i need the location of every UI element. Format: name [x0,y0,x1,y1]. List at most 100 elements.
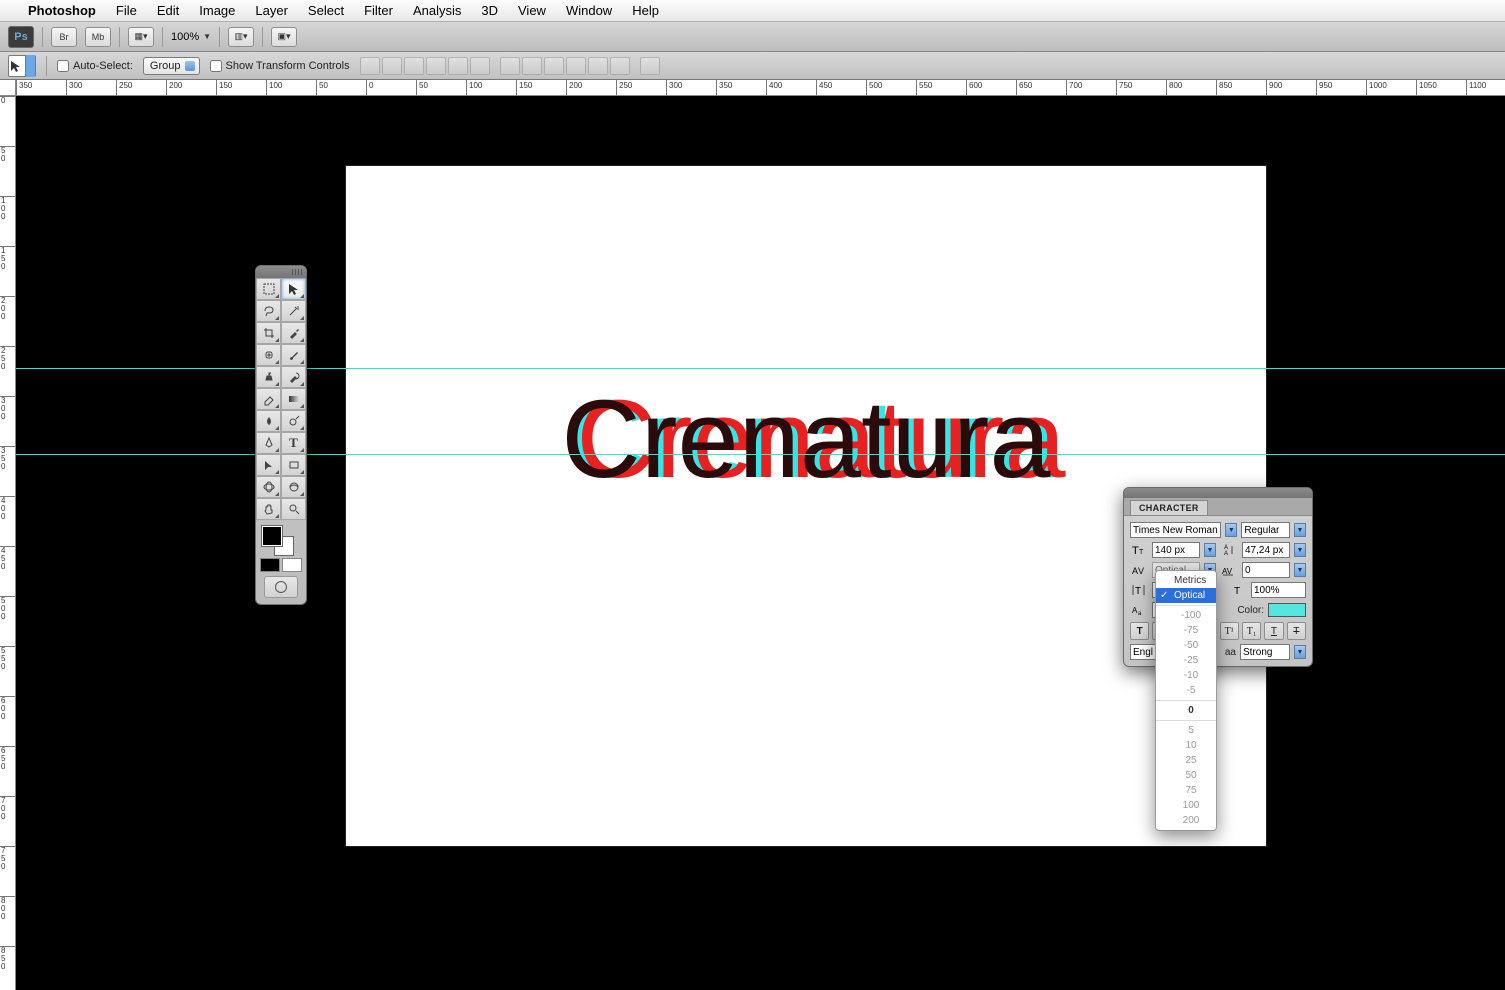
tracking-field[interactable] [1242,562,1290,578]
dist-bottom-button[interactable] [544,57,564,75]
canvas-text-group[interactable]: Crenatura Crenatura Crenatura [561,376,1050,504]
menu-help[interactable]: Help [622,3,669,18]
bridge-button[interactable]: Br [51,27,77,47]
gradient-tool[interactable] [281,388,306,410]
foreground-color-swatch[interactable] [262,526,282,546]
font-style-field[interactable] [1241,522,1290,538]
minibridge-button[interactable]: Mb [85,27,111,47]
antialias-input[interactable] [1243,647,1287,658]
character-tab[interactable]: CHARACTER [1130,500,1208,515]
menu-layer[interactable]: Layer [245,3,298,18]
dist-left-button[interactable] [566,57,586,75]
ruler-origin[interactable] [0,80,16,96]
quick-mask-button[interactable] [264,576,298,598]
path-selection-tool[interactable] [256,454,281,476]
kern-val[interactable]: -10 [1156,668,1216,683]
horizontal-ruler[interactable]: 3503002502001501005005010015020025030035… [16,80,1505,96]
kern-val[interactable]: -50 [1156,638,1216,653]
font-size-input[interactable] [1155,545,1197,556]
dist-vcenter-button[interactable] [522,57,542,75]
kern-val[interactable]: -25 [1156,653,1216,668]
zoom-tool[interactable] [281,498,306,520]
vertical-ruler[interactable]: 0501001502002503003504004505005506006507… [0,96,16,990]
superscript-button[interactable]: T¹ [1220,622,1239,640]
history-brush-tool[interactable] [281,366,306,388]
tools-panel[interactable]: T [255,265,307,605]
menu-analysis[interactable]: Analysis [403,3,471,18]
menu-image[interactable]: Image [189,3,245,18]
move-tool[interactable] [281,278,306,300]
dodge-tool[interactable] [281,410,306,432]
kern-metrics[interactable]: Metrics [1156,573,1216,588]
font-family-field[interactable] [1130,522,1221,538]
ps-badge-icon[interactable]: Ps [8,26,34,48]
lasso-tool[interactable] [256,300,281,322]
kerning-menu[interactable]: Metrics Optical -100 -75 -50 -25 -10 -5 … [1155,570,1217,831]
menu-filter[interactable]: Filter [354,3,403,18]
mini-white[interactable] [282,558,302,572]
font-family-input[interactable] [1133,525,1218,536]
crop-tool[interactable] [256,322,281,344]
menu-window[interactable]: Window [556,3,622,18]
font-style-input[interactable] [1244,525,1287,536]
antialias-dropdown[interactable]: ▼ [1294,645,1306,659]
tool-preset-dropdown[interactable] [25,55,35,77]
leading-dropdown[interactable]: ▼ [1294,543,1306,557]
tracking-input[interactable] [1245,565,1287,576]
screen-mode-button[interactable]: ▣▾ [271,27,297,47]
eraser-tool[interactable] [256,388,281,410]
align-hcenter-button[interactable] [448,57,468,75]
type-tool[interactable]: T [281,432,306,454]
font-size-field[interactable] [1152,542,1200,558]
leading-input[interactable] [1245,545,1287,556]
marquee-tool[interactable] [256,278,281,300]
mini-black[interactable] [260,558,280,572]
align-bottom-button[interactable] [404,57,424,75]
rectangle-tool[interactable] [281,454,306,476]
blur-tool[interactable] [256,410,281,432]
auto-align-button[interactable] [640,57,660,75]
view-extras-button[interactable]: ▦▾ [128,27,154,47]
text-color-swatch[interactable] [1268,603,1306,617]
show-transform-checkbox[interactable]: Show Transform Controls [210,60,350,72]
kern-val[interactable]: 10 [1156,738,1216,753]
show-transform-input[interactable] [210,60,222,72]
guide-2[interactable] [16,454,1505,455]
subscript-button[interactable]: T₁ [1242,622,1261,640]
align-top-button[interactable] [360,57,380,75]
kern-val[interactable]: -100 [1156,608,1216,623]
strikethrough-button[interactable]: T [1287,622,1306,640]
antialias-field[interactable] [1240,644,1290,660]
panel-grip[interactable] [1124,488,1312,498]
kern-val[interactable]: 50 [1156,768,1216,783]
kern-optical[interactable]: Optical [1156,588,1216,603]
arrange-button[interactable]: ▥▾ [228,27,254,47]
font-family-dropdown[interactable]: ▼ [1225,523,1237,537]
move-tool-icon[interactable] [8,55,36,77]
hscale-input[interactable] [1254,585,1303,596]
menu-select[interactable]: Select [298,3,354,18]
healing-brush-tool[interactable] [256,344,281,366]
hand-tool[interactable] [256,498,281,520]
menu-edit[interactable]: Edit [147,3,189,18]
guide-1[interactable] [16,368,1505,369]
align-vcenter-button[interactable] [382,57,402,75]
kern-val[interactable]: -5 [1156,683,1216,698]
eyedropper-tool[interactable] [281,322,306,344]
menu-file[interactable]: File [106,3,147,18]
align-left-button[interactable] [426,57,446,75]
kern-val[interactable]: 5 [1156,723,1216,738]
hscale-field[interactable] [1251,582,1306,598]
magic-wand-tool[interactable] [281,300,306,322]
pen-tool[interactable] [256,432,281,454]
kern-val[interactable]: 0 [1156,703,1216,718]
color-swatches[interactable] [260,524,302,556]
kern-val[interactable]: -75 [1156,623,1216,638]
auto-select-checkbox[interactable]: Auto-Select: [57,60,133,72]
kern-val[interactable]: 100 [1156,798,1216,813]
leading-field[interactable] [1242,542,1290,558]
app-name[interactable]: Photoshop [18,3,106,18]
dist-top-button[interactable] [500,57,520,75]
align-right-button[interactable] [470,57,490,75]
font-style-dropdown[interactable]: ▼ [1294,523,1306,537]
